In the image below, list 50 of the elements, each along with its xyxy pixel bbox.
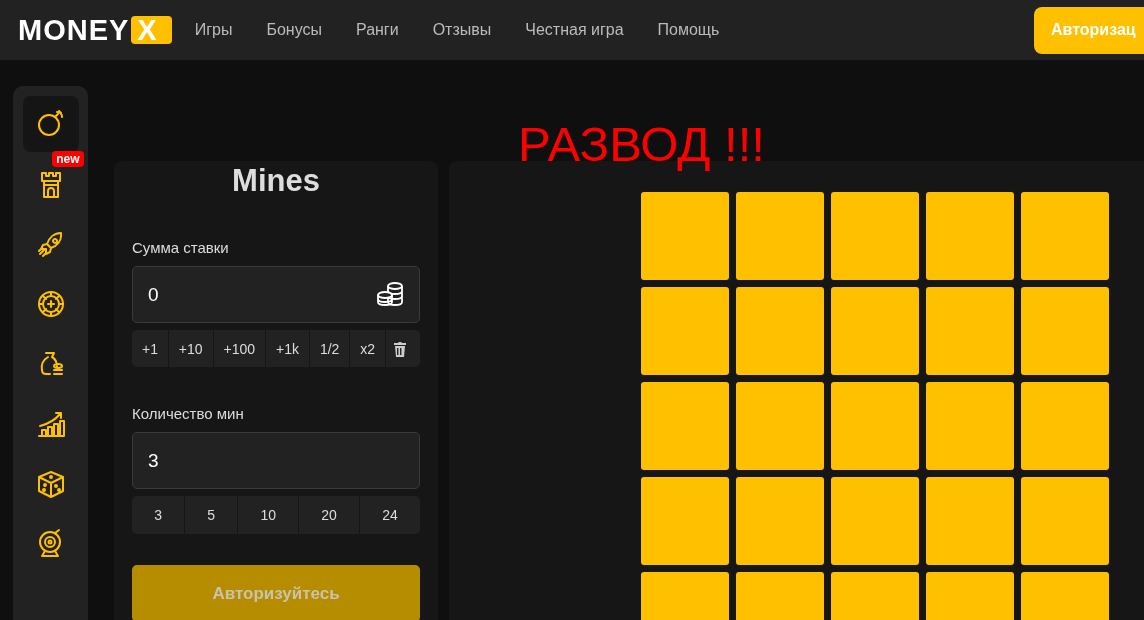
field-label: Сумма ставки xyxy=(132,239,230,256)
logo-text: MONEY xyxy=(18,13,130,47)
field-label: Количество мин xyxy=(132,405,245,422)
mine-tile[interactable] xyxy=(926,192,1014,280)
mine-tile[interactable] xyxy=(831,382,919,470)
quick-amount-button[interactable]: 5 xyxy=(185,496,238,534)
quick-amount-button[interactable]: 24 xyxy=(360,496,420,534)
mines-count-field[interactable]: 3 xyxy=(132,432,420,489)
quick-amount-button[interactable]: +1 xyxy=(132,330,168,367)
game-title: Mines xyxy=(231,163,321,199)
quick-amount-button[interactable]: x2 xyxy=(350,330,386,367)
quick-amount-button[interactable]: +100 xyxy=(213,330,266,367)
new-badge: new xyxy=(52,151,84,167)
nav-link[interactable]: Бонусы xyxy=(266,21,322,39)
mine-tile[interactable] xyxy=(641,192,729,280)
quick-amount-button[interactable]: 10 xyxy=(238,496,299,534)
annotation-text: РАЗВОД !!! xyxy=(518,116,765,172)
mine-tile[interactable] xyxy=(1021,477,1109,565)
mine-tile[interactable] xyxy=(736,382,824,470)
mine-tile[interactable] xyxy=(831,477,919,565)
mine-tile[interactable] xyxy=(831,287,919,375)
nav-link[interactable]: Ранги xyxy=(356,21,399,39)
quick-amount-button[interactable]: 3 xyxy=(132,496,185,534)
mine-tile[interactable] xyxy=(736,192,824,280)
mine-tile[interactable] xyxy=(926,382,1014,470)
nav-link[interactable]: Отзывы xyxy=(432,21,492,39)
mine-tile[interactable] xyxy=(831,192,919,280)
quick-amount-button[interactable]: +1k xyxy=(266,330,309,367)
quick-amount-button[interactable]: 20 xyxy=(299,496,360,534)
game-tab[interactable] xyxy=(22,96,79,152)
mine-tile[interactable] xyxy=(926,287,1014,375)
nav-link[interactable]: Игры xyxy=(194,21,233,39)
coins-icon xyxy=(376,281,404,307)
mine-tile[interactable] xyxy=(736,477,824,565)
mine-tile[interactable] xyxy=(641,477,729,565)
mine-tile[interactable] xyxy=(641,382,729,470)
mine-tile[interactable] xyxy=(1021,287,1109,375)
mine-tile[interactable] xyxy=(1021,192,1109,280)
nav-link[interactable]: Честная игра xyxy=(525,21,624,39)
clear-button[interactable] xyxy=(386,330,420,367)
nav-link[interactable]: Помощь xyxy=(657,21,720,39)
mine-tile[interactable] xyxy=(736,287,824,375)
trash-icon xyxy=(393,340,408,357)
logo-mark: X xyxy=(131,16,172,44)
mine-tile[interactable] xyxy=(641,287,729,375)
mine-tile[interactable] xyxy=(1021,382,1109,470)
mine-tile[interactable] xyxy=(926,477,1014,565)
quick-amount-button[interactable]: +10 xyxy=(168,330,213,367)
quick-amount-button[interactable]: 1/2 xyxy=(309,330,350,367)
bet-amount-field[interactable]: 0 xyxy=(132,266,420,323)
